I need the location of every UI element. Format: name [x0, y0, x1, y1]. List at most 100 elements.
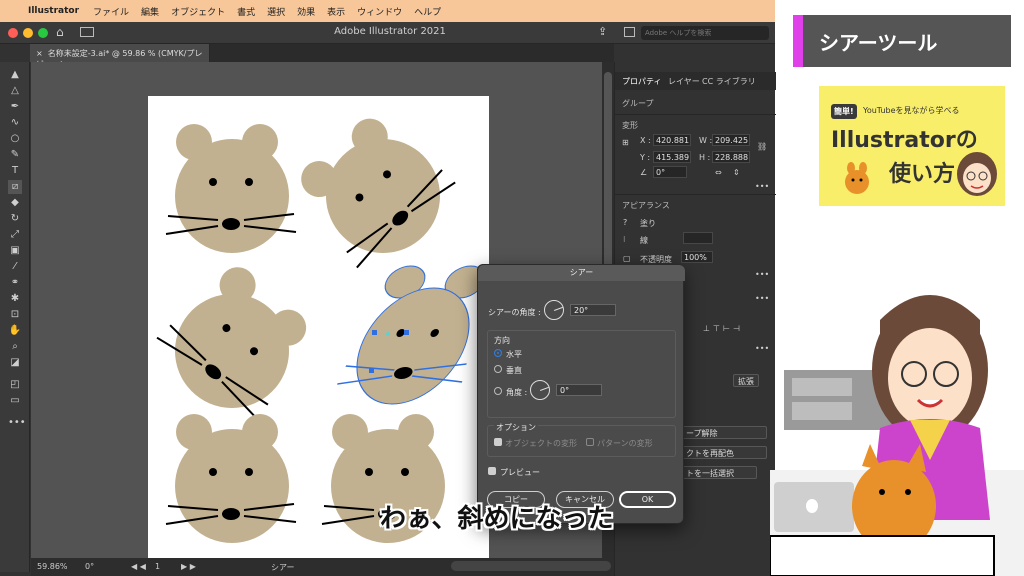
gradient-tool-icon[interactable]: ▣: [8, 244, 22, 258]
w-label: W :: [699, 136, 713, 145]
flip-vertical-icon[interactable]: ⇕: [733, 168, 740, 177]
more-options-icon[interactable]: •••: [755, 294, 769, 303]
y-field[interactable]: 415.389: [653, 151, 691, 163]
menu-type[interactable]: 書式: [237, 5, 255, 18]
mouse-sheared-selected[interactable]: [330, 265, 489, 405]
mouse-rotated-2[interactable]: [148, 253, 327, 435]
draw-mode-icon[interactable]: ◰: [8, 378, 22, 392]
y-label: Y :: [640, 153, 651, 162]
select-same-button[interactable]: トを一括選択: [681, 466, 757, 479]
angle-radio[interactable]: [494, 387, 502, 395]
shear-angle-field[interactable]: 20°: [570, 304, 616, 316]
axis-angle-dial-icon[interactable]: [530, 380, 550, 400]
shear-angle-dial-icon[interactable]: [544, 300, 564, 320]
opacity-field[interactable]: 100%: [681, 251, 713, 263]
ok-button[interactable]: OK: [619, 491, 676, 508]
fill-stroke-swatch-icon[interactable]: ◪: [8, 356, 22, 370]
expand-button[interactable]: 拡張: [733, 374, 759, 387]
menu-select[interactable]: 選択: [267, 5, 285, 18]
direction-label: 方向: [494, 336, 510, 345]
section-header: シアーツール: [793, 15, 1011, 67]
type-tool-icon[interactable]: T: [8, 164, 22, 178]
rotate-tool-icon[interactable]: ↻: [8, 212, 22, 226]
scale-tool-icon[interactable]: ⤢: [8, 228, 22, 242]
zoom-level[interactable]: 59.86%: [37, 562, 68, 571]
screen-mode-icon[interactable]: ▭: [8, 394, 22, 408]
menu-help[interactable]: ヘルプ: [414, 5, 441, 18]
more-options-icon[interactable]: •••: [755, 182, 769, 191]
mouse-front-2[interactable]: [165, 414, 297, 543]
preview-label: プレビュー: [500, 468, 540, 477]
workspace-icon[interactable]: [80, 27, 94, 37]
zoom-tool-icon[interactable]: ⌕: [8, 340, 22, 354]
symbol-sprayer-tool-icon[interactable]: ✱: [8, 292, 22, 306]
ungroup-button[interactable]: ープ解除: [681, 426, 767, 439]
ellipse-tool-icon[interactable]: ○: [8, 132, 22, 146]
more-options-icon[interactable]: •••: [755, 270, 769, 279]
artboard-next-icon[interactable]: ▶ ▶: [181, 562, 196, 571]
menu-object[interactable]: オブジェクト: [171, 5, 225, 18]
stroke-weight-field[interactable]: [683, 232, 713, 244]
more-options-icon[interactable]: •••: [755, 344, 769, 353]
menu-app-name[interactable]: Illustrator: [28, 6, 79, 16]
artboard-nav-icon[interactable]: ◀ ◀: [131, 562, 146, 571]
menu-file[interactable]: ファイル: [93, 5, 129, 18]
menu-view[interactable]: 表示: [327, 5, 345, 18]
vertical-radio[interactable]: [494, 365, 502, 373]
rotate-angle-field[interactable]: 0°: [653, 166, 687, 178]
constrain-proportions-icon[interactable]: ⛓: [757, 142, 767, 151]
more-tools-icon[interactable]: •••: [8, 416, 26, 430]
eraser-tool-icon[interactable]: ◆: [8, 196, 22, 210]
h-field[interactable]: 228.888: [712, 151, 750, 163]
selection-tool-icon[interactable]: ▲: [8, 68, 22, 82]
eyedropper-tool-icon[interactable]: ⁄: [8, 260, 22, 274]
transform-objects-checkbox[interactable]: [494, 438, 502, 446]
arrange-documents-icon[interactable]: [624, 27, 635, 37]
pen-tool-icon[interactable]: ✒: [8, 100, 22, 114]
stroke-swatch-icon[interactable]: ⁝: [623, 235, 626, 244]
tab-properties[interactable]: プロパティ: [622, 76, 662, 87]
teacher-avatar-icon: [957, 152, 997, 196]
artboard-number[interactable]: 1: [155, 562, 160, 571]
direct-selection-tool-icon[interactable]: △: [8, 84, 22, 98]
curvature-tool-icon[interactable]: ∿: [8, 116, 22, 130]
w-field[interactable]: 209.425: [712, 134, 750, 146]
document-tab[interactable]: ×名称未設定-3.ai* @ 59.86 % (CMYK/プレビュー): [30, 44, 210, 69]
artboard[interactable]: [148, 96, 489, 558]
tab-cc-libraries[interactable]: CC ライブラリ: [702, 76, 756, 87]
menu-window[interactable]: ウィンドウ: [357, 5, 402, 18]
scroll-thumb[interactable]: [604, 72, 612, 272]
menu-edit[interactable]: 編集: [141, 5, 159, 18]
horizontal-scrollbar[interactable]: [451, 561, 611, 571]
menu-effect[interactable]: 効果: [297, 5, 315, 18]
axis-angle-field[interactable]: 0°: [556, 384, 602, 396]
tab-layers[interactable]: レイヤー: [668, 76, 700, 87]
x-label: X :: [640, 136, 651, 145]
recolor-button[interactable]: クトを再配色: [681, 446, 767, 459]
help-search-input[interactable]: Adobe ヘルプを検索: [641, 26, 769, 40]
minimize-window-button[interactable]: [23, 28, 33, 38]
mouse-front-1[interactable]: [165, 124, 297, 253]
close-window-button[interactable]: [8, 28, 18, 38]
x-field[interactable]: 420.881: [653, 134, 691, 146]
shear-tool-icon[interactable]: ⧄: [8, 180, 22, 194]
flip-horizontal-icon[interactable]: ⇔: [715, 168, 722, 177]
home-icon[interactable]: ⌂: [56, 25, 64, 39]
divider: [615, 194, 776, 195]
mouse-rotated[interactable]: [286, 100, 469, 282]
zoom-window-button[interactable]: [38, 28, 48, 38]
rotation-value[interactable]: 0°: [85, 562, 94, 571]
blend-tool-icon[interactable]: ⚭: [8, 276, 22, 290]
horizontal-radio[interactable]: [494, 349, 502, 357]
paintbrush-tool-icon[interactable]: ✎: [8, 148, 22, 162]
align-icons[interactable]: ⊥⊤⊢⊣: [703, 324, 743, 333]
preview-checkbox[interactable]: [488, 467, 496, 475]
transform-patterns-checkbox[interactable]: [586, 438, 594, 446]
fill-swatch-icon[interactable]: ?: [623, 218, 627, 227]
artboard-tool-icon[interactable]: ⊡: [8, 308, 22, 322]
reference-point-icon[interactable]: ⊞: [622, 138, 629, 147]
hand-tool-icon[interactable]: ✋: [8, 324, 22, 338]
tools-panel: ▲ △ ✒ ∿ ○ ✎ T ⧄ ◆ ↻ ⤢ ▣ ⁄ ⚭ ✱ ⊡ ✋ ⌕ ◪ ◰ …: [0, 62, 30, 572]
close-tab-icon[interactable]: ×: [36, 49, 43, 58]
share-icon[interactable]: ⇪: [598, 25, 607, 38]
